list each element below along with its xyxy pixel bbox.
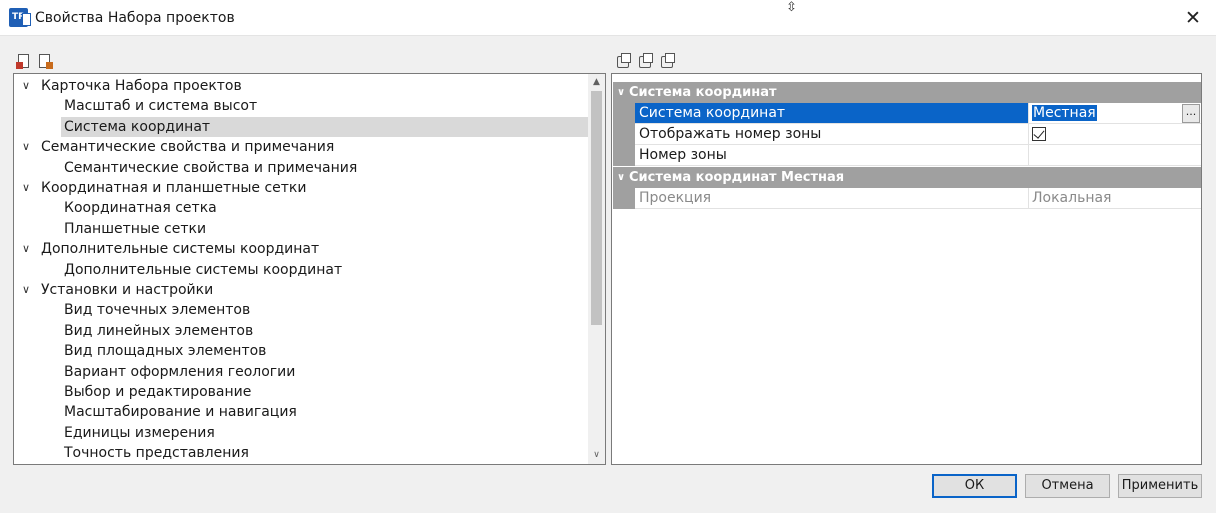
chevron-down-icon[interactable]: ∨ — [19, 239, 33, 259]
tree-item[interactable]: Планшетные сетки — [14, 219, 588, 239]
tree-item-label: Семантические свойства и примечания — [41, 139, 335, 156]
import-icon[interactable] — [37, 53, 53, 69]
category-local-system[interactable]: ∨ Система координат Местная — [613, 167, 1201, 188]
tree-item-label: Семантические свойства и примечания — [64, 159, 358, 176]
prop-value-field[interactable]: Местная ... — [1029, 103, 1201, 124]
prop-row-zone-number[interactable]: Номер зоны — [613, 145, 1201, 166]
tree-item[interactable]: Масштаб и система высот — [14, 96, 588, 116]
row-gutter — [613, 145, 635, 166]
row-gutter — [613, 124, 635, 145]
apply-button[interactable]: Применить — [1118, 474, 1202, 498]
tree-item[interactable]: Вид линейных элементов — [14, 321, 588, 341]
title-bar: TR Свойства Набора проектов ⇳ ✕ — [0, 0, 1216, 36]
scroll-up-icon[interactable]: ▲ — [588, 74, 605, 91]
chevron-down-icon[interactable]: ∨ — [19, 178, 33, 198]
tree-group-item[interactable]: ∨ Карточка Набора проектов — [14, 76, 588, 96]
tree-item-label: Координатная и планшетные сетки — [41, 180, 307, 196]
tree-item-label: Дополнительные системы координат — [64, 261, 343, 278]
tree-item[interactable]: Дополнительные системы координат — [14, 260, 588, 280]
tree-item-label: Вариант оформления геологии — [64, 363, 296, 380]
prop-name: Отображать номер зоны — [635, 124, 1029, 145]
tree-group-item[interactable]: ∨ Координатная и планшетные сетки — [14, 178, 588, 198]
tree-group-item[interactable]: ∨ Установки и настройки — [14, 280, 588, 300]
tree-item-label: Дополнительные системы координат — [41, 241, 320, 258]
tree-item-label: Планшетные сетки — [64, 220, 207, 237]
tree-item-label: Вид линейных элементов — [64, 322, 254, 339]
tree-item[interactable]: Система координат — [14, 116, 588, 137]
prop-value: Локальная — [1029, 188, 1201, 209]
tree-item-label: Координатная сетка — [64, 200, 217, 217]
settings-tree[interactable]: ∨ Карточка Набора проектов Масштаб и систе… — [13, 73, 606, 465]
tree-toolbar — [16, 53, 53, 71]
tree-group-item[interactable]: ∨ Семантические свойства и примечания — [14, 137, 588, 157]
tree-item-label: Карточка Набора проектов — [41, 78, 242, 94]
tree-item-label: Система координат — [61, 116, 588, 137]
chevron-down-icon[interactable]: ∨ — [19, 76, 33, 96]
chevron-down-icon[interactable]: ∨ — [615, 82, 627, 103]
row-gutter — [613, 188, 635, 209]
chevron-down-icon[interactable]: ∨ — [19, 137, 33, 157]
tree-item-label: Вид площадных элементов — [64, 343, 267, 360]
window-title: Свойства Набора проектов — [35, 10, 235, 26]
export-icon[interactable] — [16, 53, 32, 69]
ok-button[interactable]: ОК — [932, 474, 1017, 498]
categorized-view-icon[interactable] — [616, 53, 633, 70]
tree-item[interactable]: Точность представления — [14, 443, 588, 463]
prop-value-field[interactable] — [1029, 124, 1201, 145]
prop-name: Номер зоны — [635, 145, 1029, 166]
chevron-down-icon[interactable]: ∨ — [19, 280, 33, 300]
prop-value: Местная — [1032, 105, 1097, 121]
category-coordinate-system[interactable]: ∨ Система координат — [613, 82, 1201, 103]
tree-item[interactable]: Семантические свойства и примечания — [14, 158, 588, 178]
tree-item[interactable]: Вариант оформления геологии — [14, 362, 588, 382]
category-label: Система координат — [629, 85, 777, 100]
tree-item-label: Точность представления — [64, 445, 249, 462]
tree-item-label: Масштабирование и навигация — [64, 404, 297, 421]
chevron-down-icon[interactable]: ∨ — [615, 167, 627, 188]
tree-item[interactable]: Координатная сетка — [14, 198, 588, 218]
prop-row-show-zone[interactable]: Отображать номер зоны — [613, 124, 1201, 145]
category-label: Система координат Местная — [629, 170, 845, 185]
row-gutter — [613, 103, 635, 124]
tree-item-label: Установки и настройки — [41, 282, 214, 298]
app-icon: TR — [9, 8, 31, 27]
cancel-button[interactable]: Отмена — [1025, 474, 1110, 498]
tree-item-label: Единицы измерения — [64, 424, 215, 441]
property-toolbar — [616, 53, 677, 71]
browse-button[interactable]: ... — [1182, 104, 1200, 123]
resize-cursor-icon: ⇳ — [786, 0, 797, 15]
prop-name: Система координат — [635, 103, 1029, 124]
prop-name: Проекция — [635, 188, 1029, 209]
tree-item[interactable]: Вид площадных элементов — [14, 341, 588, 361]
prop-row-coordinate-system[interactable]: Система координат Местная ... — [613, 103, 1201, 124]
tree-item[interactable]: Масштабирование и навигация — [14, 402, 588, 422]
scroll-thumb[interactable] — [591, 91, 602, 325]
property-grid: ∨ Система координат Система координат Ме… — [611, 73, 1202, 465]
collapse-all-icon[interactable] — [660, 53, 677, 70]
tree-item-label: Вид точечных элементов — [64, 302, 251, 319]
tree-item-label: Выбор и редактирование — [64, 384, 252, 400]
prop-row-projection[interactable]: Проекция Локальная — [613, 188, 1201, 209]
tree-group-item[interactable]: ∨ Дополнительные системы координат — [14, 239, 588, 259]
expand-all-icon[interactable] — [638, 53, 655, 70]
tree-item-label: Масштаб и система высот — [64, 98, 258, 115]
tree-item[interactable]: Вид точечных элементов — [14, 300, 588, 320]
tree-item[interactable]: Выбор и редактирование — [14, 382, 588, 402]
scroll-down-icon[interactable]: ∨ — [588, 447, 605, 464]
show-zone-checkbox[interactable] — [1032, 127, 1046, 141]
tree-scrollbar[interactable]: ▲ ∨ — [588, 74, 605, 464]
close-button[interactable]: ✕ — [1170, 0, 1216, 36]
tree-item[interactable]: Единицы измерения — [14, 423, 588, 443]
zone-number-input[interactable] — [1029, 145, 1201, 166]
